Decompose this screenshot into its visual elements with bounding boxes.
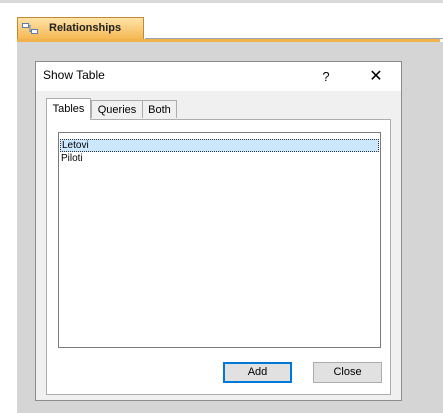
dialog-title: Show Table xyxy=(43,68,105,82)
tables-tab-panel: Letovi Piloti Add Close xyxy=(46,119,391,395)
close-icon[interactable]: ✕ xyxy=(361,64,391,89)
dialog-titlebar[interactable]: Show Table ? ✕ xyxy=(36,62,401,91)
tab-queries[interactable]: Queries xyxy=(91,100,143,118)
list-item[interactable]: Letovi xyxy=(60,139,379,152)
show-table-dialog: Show Table ? ✕ Tables Queries Both Letov… xyxy=(35,61,402,401)
list-item[interactable]: Piloti xyxy=(60,152,379,165)
add-button[interactable]: Add xyxy=(223,362,292,383)
tables-listbox[interactable]: Letovi Piloti xyxy=(58,132,381,348)
relationships-tab-label: Relationships xyxy=(49,22,122,34)
tab-both[interactable]: Both xyxy=(142,100,177,118)
help-button[interactable]: ? xyxy=(313,64,339,89)
relationships-tab[interactable]: Relationships xyxy=(17,17,144,40)
relationships-icon xyxy=(22,23,38,34)
tab-tables[interactable]: Tables xyxy=(46,98,91,120)
dialog-tabs: Tables Queries Both xyxy=(46,98,391,120)
close-button[interactable]: Close xyxy=(313,362,382,383)
